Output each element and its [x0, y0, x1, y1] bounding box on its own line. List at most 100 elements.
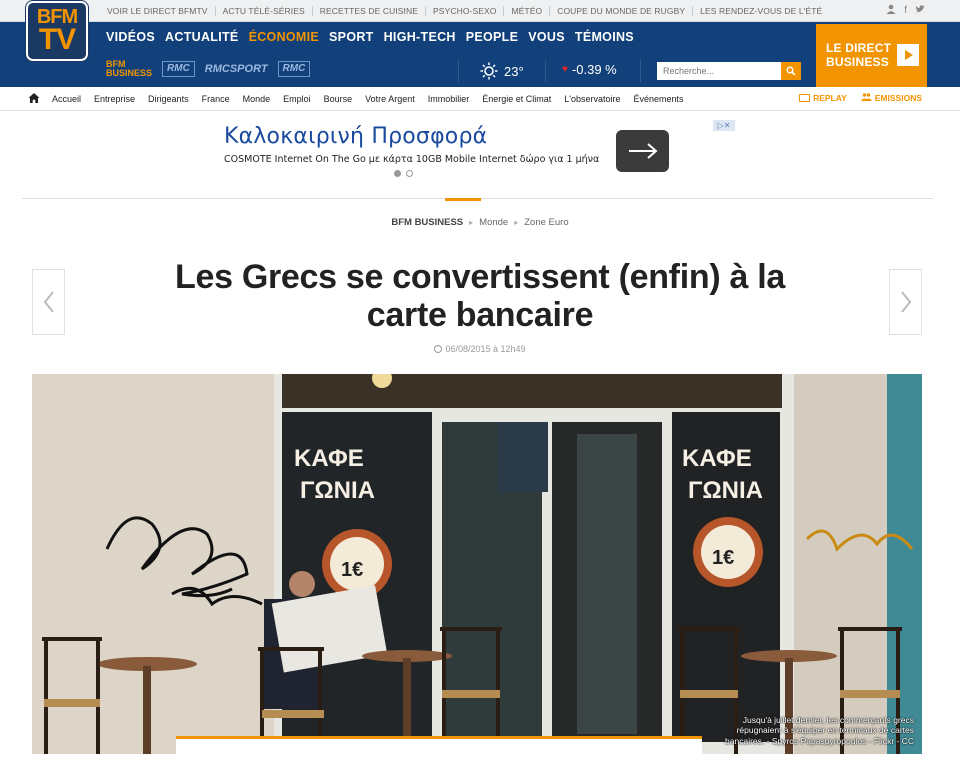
heart-icon: ♥: [562, 64, 568, 75]
section-nav-item[interactable]: France: [202, 94, 230, 104]
divider: [545, 60, 546, 82]
ad-title: Καλοκαιρινή Προσφορά: [224, 124, 488, 149]
twitter-icon[interactable]: [915, 4, 926, 19]
section-nav-item[interactable]: Dirigeants: [148, 94, 189, 104]
main-nav-item[interactable]: PEOPLE: [466, 30, 519, 44]
breadcrumb-root[interactable]: BFM BUSINESS: [391, 217, 463, 228]
main-nav-item[interactable]: HIGH-TECH: [384, 30, 456, 44]
next-article-button[interactable]: [889, 269, 922, 335]
chevron-right-icon: [900, 291, 911, 313]
emissions-link[interactable]: EMISSIONS: [860, 93, 922, 103]
section-nav-item[interactable]: Énergie et Climat: [482, 94, 551, 104]
top-links: VOIR LE DIRECT BFMTV ACTU TÉLÉ-SÉRIES RECE…: [100, 0, 829, 22]
user-icon[interactable]: [886, 4, 896, 19]
accent-bar: [445, 198, 481, 201]
emissions-label: EMISSIONS: [874, 93, 922, 103]
section-nav: Accueil Entreprise Dirigeants France Monde Em…: [0, 87, 960, 111]
play-icon: [897, 44, 919, 66]
top-link[interactable]: MÉTÉO: [503, 6, 549, 16]
article-date: 06/08/2015 à 12h49: [0, 344, 960, 354]
rmc-decouverte-brand-link[interactable]: RMC: [277, 61, 311, 77]
ad-cta-button[interactable]: [616, 130, 669, 172]
breadcrumb-level1[interactable]: Monde: [479, 217, 508, 228]
section-nav-items: Accueil Entreprise Dirigeants France Monde Em…: [52, 87, 684, 111]
advertisement-banner[interactable]: Καλοκαιρινή Προσφορά COSMOTE Internet On…: [222, 118, 738, 184]
breadcrumb: BFM BUSINESS ▸ Monde ▸ Zone Euro: [0, 217, 960, 228]
content-card-top: [176, 736, 702, 764]
section-nav-item[interactable]: Accueil: [52, 94, 81, 104]
article-date-text: 06/08/2015 à 12h49: [445, 344, 526, 354]
arrow-right-icon: [628, 143, 658, 159]
top-link[interactable]: VOIR LE DIRECT BFMTV: [100, 6, 215, 16]
cafe-photo-illustration: ΚΑΦΕ ΓΩΝΙΑ ΚΑΦΕ ΓΩΝΙΑ 1€ 1€: [32, 374, 922, 754]
replay-link[interactable]: REPLAY: [799, 93, 847, 103]
breadcrumb-separator-icon: ▸: [514, 218, 519, 227]
search-input[interactable]: [657, 62, 781, 80]
replay-label: REPLAY: [813, 93, 847, 103]
bfm-business-brand-link[interactable]: BFM BUSINESS: [106, 60, 152, 78]
section-nav-item[interactable]: Entreprise: [94, 94, 135, 104]
main-nav: VIDÉOS ACTUALITÉ ÉCONOMIE SPORT HIGH-TECH PEO…: [106, 30, 634, 44]
ad-description: COSMOTE Internet On The Go με κάρτα 10GB…: [224, 154, 600, 165]
section-nav-item[interactable]: L'observatoire: [564, 94, 620, 104]
rmc-brand-link[interactable]: RMC: [162, 61, 195, 77]
direct-line1: LE DIRECT: [826, 41, 892, 55]
top-link[interactable]: PSYCHO-SEXO: [425, 6, 503, 16]
top-utility-bar: VOIR LE DIRECT BFMTV ACTU TÉLÉ-SÉRIES RECE…: [0, 0, 960, 22]
chevron-left-icon: [43, 291, 54, 313]
clock-icon: [434, 345, 443, 353]
search-box: [657, 62, 801, 80]
carousel-dot[interactable]: [394, 170, 401, 177]
article-title: Les Grecs se convertissent (enfin) à la …: [175, 258, 785, 334]
search-button[interactable]: [781, 62, 801, 80]
weather-temp: 23°: [504, 63, 524, 79]
photo-price-left: 1€: [341, 559, 363, 581]
breadcrumb-level2[interactable]: Zone Euro: [524, 217, 568, 228]
brand-business: BUSINESS: [106, 68, 153, 78]
breadcrumb-separator-icon: ▸: [469, 218, 474, 227]
people-icon: [860, 93, 872, 103]
search-icon: [786, 66, 796, 76]
media-links: REPLAY EMISSIONS: [799, 93, 922, 103]
main-nav-item[interactable]: VOUS: [528, 30, 565, 44]
facebook-icon[interactable]: f: [904, 4, 907, 19]
section-nav-item[interactable]: Bourse: [324, 94, 353, 104]
divider: [458, 60, 459, 82]
section-nav-item[interactable]: Événements: [634, 94, 684, 104]
previous-article-button[interactable]: [32, 269, 65, 335]
market-widget[interactable]: ♥ -0.39 %: [562, 62, 617, 77]
main-nav-item[interactable]: VIDÉOS: [106, 30, 155, 44]
photo-price-right: 1€: [712, 547, 734, 569]
section-nav-item[interactable]: Immobilier: [428, 94, 470, 104]
rmc-sport-brand-link[interactable]: RMCSPORT: [205, 64, 268, 75]
main-nav-item[interactable]: SPORT: [329, 30, 374, 44]
article-photo[interactable]: ΚΑΦΕ ΓΩΝΙΑ ΚΑΦΕ ΓΩΝΙΑ 1€ 1€ Jusqu'à juil…: [32, 374, 922, 754]
section-nav-item[interactable]: Emploi: [283, 94, 311, 104]
replay-icon: [799, 94, 811, 102]
social-links: f: [886, 4, 926, 19]
logo-line2: TV: [38, 23, 76, 56]
main-nav-item[interactable]: ACTUALITÉ: [165, 30, 239, 44]
main-nav-item[interactable]: TÉMOINS: [575, 30, 634, 44]
weather-widget[interactable]: 23°: [480, 62, 524, 80]
bfmtv-logo[interactable]: BFM TV: [26, 1, 88, 61]
top-link[interactable]: LES RENDEZ-VOUS DE L'ÉTÉ: [692, 6, 829, 16]
top-link[interactable]: RECETTES DE CUISINE: [311, 6, 425, 16]
section-nav-item[interactable]: Monde: [243, 94, 271, 104]
home-icon[interactable]: [28, 92, 40, 104]
main-nav-item[interactable]: ÉCONOMIE: [249, 30, 319, 44]
market-change: -0.39 %: [571, 62, 617, 77]
sun-icon: [480, 62, 498, 80]
top-link[interactable]: COUPE DU MONDE DE RUGBY: [549, 6, 692, 16]
direct-line2: BUSINESS: [826, 55, 889, 69]
photo-caption: Jusqu'à juillet dernier, les commerçants…: [725, 714, 914, 746]
top-link[interactable]: ACTU TÉLÉ-SÉRIES: [214, 6, 312, 16]
carousel-dot[interactable]: [406, 170, 413, 177]
section-nav-item[interactable]: Votre Argent: [365, 94, 415, 104]
direct-business-button[interactable]: LE DIRECT BUSINESS: [816, 24, 927, 87]
brand-links: BFM BUSINESS RMC RMCSPORT RMC: [106, 60, 311, 78]
adchoices-icon[interactable]: ▷✕: [713, 120, 735, 131]
divider: [640, 60, 641, 82]
ad-carousel-dots: [394, 170, 413, 177]
header-subrow: BFM BUSINESS RMC RMCSPORT RMC 23° ♥ -0.3…: [0, 56, 810, 87]
